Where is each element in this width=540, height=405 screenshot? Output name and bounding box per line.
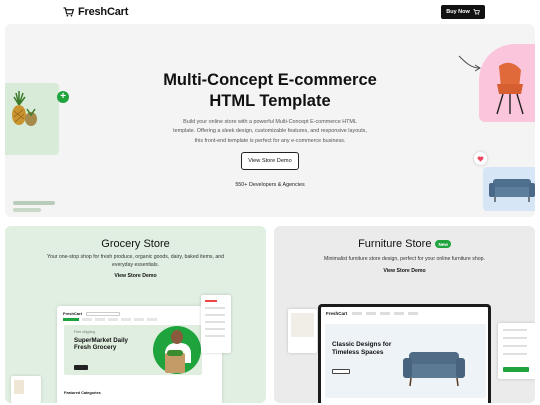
mock-logo: FreshCart — [63, 311, 82, 316]
mock-line — [205, 328, 225, 330]
grocery-store-panel[interactable]: Grocery Store Your one-stop shop for fre… — [5, 226, 266, 403]
mock-headline: Classic Designs for Timeless Spaces — [332, 341, 391, 356]
furniture-description: Minimalist furniture store design, perfe… — [324, 256, 485, 262]
mock-nav-item — [108, 318, 118, 321]
buy-now-button[interactable]: Buy Now — [441, 5, 485, 19]
mock-line — [503, 329, 527, 331]
mock-headline-line2: Timeless Spaces — [332, 348, 384, 356]
mock-nav-item — [366, 312, 377, 315]
heart-shape — [477, 155, 484, 162]
grocery-demo-link[interactable]: View Store Demo — [5, 273, 266, 279]
mock-greens — [167, 350, 183, 356]
grocery-screenshot-mockup: FreshCart Free shipping SuperMarket Dail… — [57, 306, 222, 403]
mock-nav-item — [394, 312, 405, 315]
mock-headline-line1: Classic Designs for — [332, 341, 392, 348]
placeholder-line — [13, 201, 55, 205]
hero-section: + Multi-Concept E-commerce HTML Template… — [5, 24, 535, 217]
mock-headline-line2: Fresh Grocery — [74, 344, 117, 352]
mock-nav-item — [352, 312, 363, 315]
grocery-title: Grocery Store — [101, 238, 170, 250]
view-store-demo-button[interactable]: View Store Demo — [241, 152, 299, 170]
mock-sofa-illustration — [403, 352, 465, 387]
mock-headline-line1: SuperMarket Daily — [74, 337, 128, 344]
mock-line — [205, 321, 225, 323]
landing-page: FreshCart Buy Now + Multi-Concept E-comm… — [0, 0, 540, 405]
mock-thumb — [291, 313, 314, 337]
mock-nav-item — [147, 318, 157, 321]
mock-line — [503, 345, 527, 347]
brand-name: FreshCart — [78, 6, 129, 18]
mock-line — [503, 337, 527, 339]
mock-headline: SuperMarket Daily Fresh Grocery — [74, 337, 128, 351]
mock-nav — [352, 312, 419, 315]
furniture-store-panel[interactable]: Furniture Store New Minimalist furniture… — [274, 226, 535, 403]
mock-add-button — [503, 367, 529, 372]
mock-nav-item — [380, 312, 391, 315]
mock-header: FreshCart — [63, 311, 120, 316]
mock-hero-banner: Free shipping SuperMarket Daily Fresh Gr… — [64, 325, 202, 375]
mock-line — [503, 353, 527, 355]
mock-nav-item — [95, 318, 105, 321]
mock-header: FreshCart — [326, 311, 419, 316]
hero-description: Build your online store with a powerful … — [173, 119, 367, 144]
grocery-description: Your one-stop shop for fresh produce, or… — [46, 254, 225, 268]
mock-nav-item — [134, 318, 144, 321]
mock-nav-item — [82, 318, 92, 321]
mock-woman-head — [171, 330, 183, 344]
placeholder-line — [13, 208, 41, 212]
hero-title-line1: Multi-Concept E-commerce — [163, 71, 377, 89]
buy-now-label: Buy Now — [446, 9, 470, 15]
mock-line — [205, 314, 225, 316]
sofa-card — [483, 167, 535, 211]
mock-sticker: Free shipping — [74, 330, 96, 334]
brand-logo[interactable]: FreshCart — [63, 6, 128, 18]
mock-line — [205, 300, 217, 302]
mock-featured-heading: Featured Categories — [64, 391, 101, 395]
developers-stat: 550+ Developers & Agencies — [235, 182, 305, 188]
mock-nav-item — [408, 312, 419, 315]
new-badge: New — [435, 240, 451, 248]
mock-line — [205, 335, 225, 337]
sofa-illustration — [489, 179, 535, 202]
furniture-title: Furniture Store — [358, 238, 432, 250]
hero-title-line2: HTML Template — [209, 92, 331, 110]
furniture-demo-link[interactable]: View Store Demo — [274, 268, 535, 274]
furniture-title-row: Furniture Store New — [274, 238, 535, 250]
mock-thumb — [14, 380, 24, 394]
mock-shop-button — [74, 365, 88, 370]
cart-icon — [473, 9, 480, 15]
mock-search — [85, 311, 120, 316]
chair-card — [479, 44, 535, 122]
hero-title: Multi-Concept E-commerce HTML Template — [5, 70, 535, 112]
mock-grocery-bag — [165, 353, 185, 373]
mock-cart-sidebar — [498, 323, 535, 379]
heart-icon — [474, 152, 487, 165]
mock-product-card — [11, 376, 41, 403]
mock-product-card — [288, 309, 317, 353]
mock-nav-item — [121, 318, 131, 321]
cart-icon — [63, 7, 74, 17]
mock-shop-button — [332, 369, 350, 374]
chair-illustration — [496, 62, 524, 115]
mock-line — [205, 307, 225, 309]
mock-hero-banner: Classic Designs for Timeless Spaces — [325, 324, 486, 398]
mock-logo: FreshCart — [326, 311, 348, 316]
mock-nav — [63, 318, 157, 321]
furniture-screenshot-mockup: FreshCart Classic Designs for Timeless S… — [318, 304, 491, 403]
top-nav: FreshCart Buy Now — [0, 0, 540, 24]
mock-nav-item — [63, 318, 79, 321]
mock-cart-sidebar — [201, 295, 231, 353]
